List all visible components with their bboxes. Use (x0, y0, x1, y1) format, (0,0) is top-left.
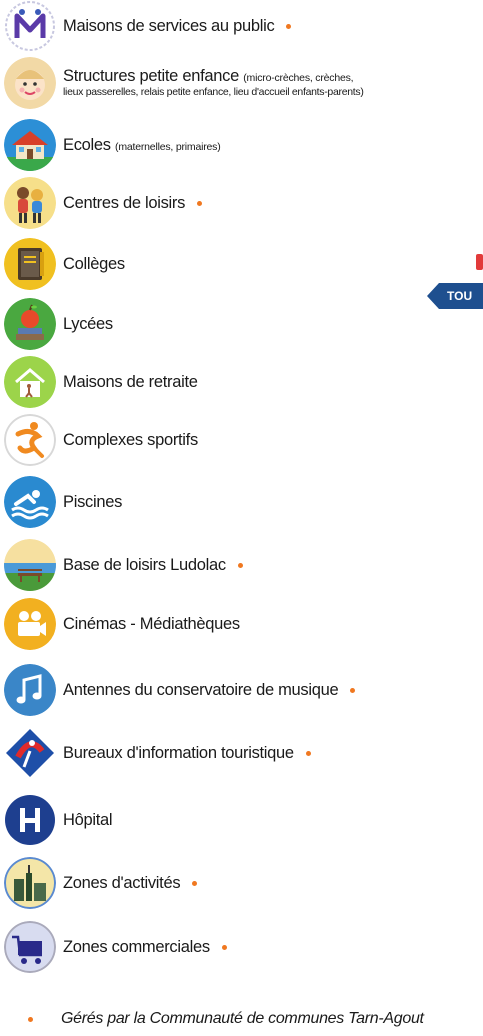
footnote: Gérés par la Communauté de communes Tarn… (28, 1010, 424, 1028)
movie-camera-icon (4, 598, 56, 650)
item-label: Hôpital (63, 810, 113, 829)
hospital-h-icon (4, 794, 56, 846)
item-sub: (micro-crèches, crèches, (243, 72, 354, 85)
retirement-home-icon (4, 356, 56, 408)
item-label: Piscines (63, 492, 123, 511)
managed-dot (286, 24, 292, 30)
legend-item-zones-commerciales: Zones commerciales (4, 921, 227, 973)
msap-logo-icon (4, 0, 56, 52)
legend-item-centres-loisirs: Centres de loisirs (4, 177, 203, 229)
swimmer-icon (4, 476, 56, 528)
managed-dot (305, 751, 311, 757)
item-label: Ecoles (63, 135, 111, 154)
item-label: Centres de loisirs (63, 193, 186, 212)
item-label: Bureaux d'information touristique (63, 743, 294, 762)
item-label: Complexes sportifs (63, 430, 198, 449)
managed-dot (197, 201, 203, 207)
legend-item-conservatoire: Antennes du conservatoire de musique (4, 664, 356, 716)
legend-item-complexes-sportifs: Complexes sportifs (4, 414, 198, 466)
music-note-icon (4, 664, 56, 716)
managed-dot (237, 563, 243, 569)
item-label: Collèges (63, 254, 125, 273)
item-label: Maisons de retraite (63, 372, 198, 391)
legend-item-piscines: Piscines (4, 476, 122, 528)
legend-item-lycees: Lycées (4, 298, 113, 350)
legend-item-colleges: Collèges (4, 238, 125, 290)
lake-bench-icon (4, 539, 56, 591)
item-label: Maisons de services au public (63, 16, 275, 35)
baby-icon (4, 57, 56, 109)
managed-dot (192, 881, 198, 887)
legend-item-hopital: Hôpital (4, 794, 113, 846)
legend-item-tourisme: Bureaux d'information touristique (4, 727, 311, 779)
apple-books-icon (4, 298, 56, 350)
legend-item-msap: Maisons de services au public (4, 0, 292, 52)
item-label: Zones d'activités (63, 873, 181, 892)
legend-item-cinemas: Cinémas - Médiathèques (4, 598, 240, 650)
legend-item-ludolac: Base de loisirs Ludolac (4, 539, 243, 591)
footnote-text: Gérés par la Communauté de communes Tarn… (61, 1010, 424, 1027)
shopping-cart-icon (4, 921, 56, 973)
item-label: Cinémas - Médiathèques (63, 614, 240, 633)
map-marker-fragment (476, 254, 483, 270)
managed-dot (28, 1016, 33, 1022)
item-label: Structures petite enfance (63, 67, 239, 86)
map-label-fragment: TOU (427, 283, 483, 309)
legend-item-petite-enfance: Structures petite enfance (micro-crèches… (4, 57, 364, 109)
item-label: Base de loisirs Ludolac (63, 555, 226, 574)
item-label: Zones commerciales (63, 937, 210, 956)
book-icon (4, 238, 56, 290)
legend-item-ecoles: Ecoles (maternelles, primaires) (4, 119, 221, 171)
managed-dot (221, 945, 227, 951)
item-sub: (maternelles, primaires) (115, 140, 221, 153)
item-sub-line2: lieux passerelles, relais petite enfance… (63, 86, 364, 99)
factory-icon (4, 857, 56, 909)
item-label: Lycées (63, 314, 113, 333)
managed-dot (350, 688, 356, 694)
item-label: Antennes du conservatoire de musique (63, 680, 339, 699)
athlete-icon (4, 414, 56, 466)
school-icon (4, 119, 56, 171)
legend-item-zones-activites: Zones d'activités (4, 857, 198, 909)
tourist-info-icon (4, 727, 56, 779)
children-playing-icon (4, 177, 56, 229)
legend-item-maisons-retraite: Maisons de retraite (4, 356, 198, 408)
